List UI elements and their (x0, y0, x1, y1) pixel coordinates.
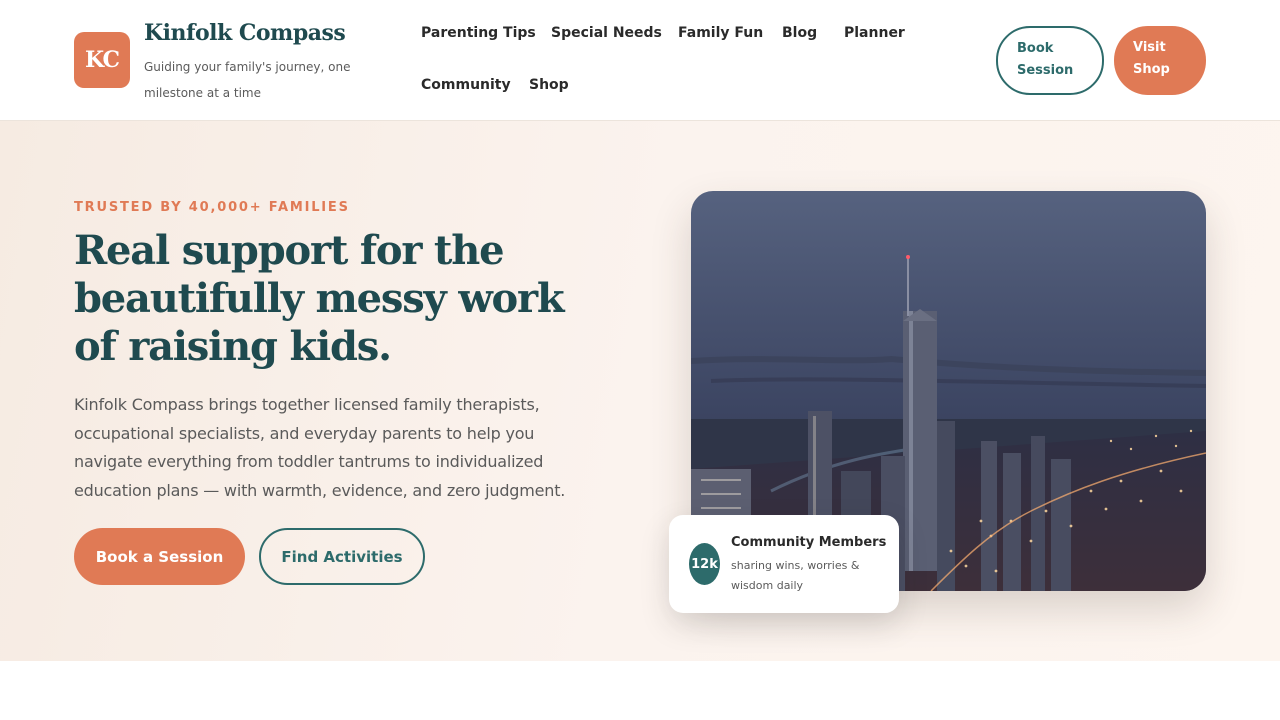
hero-headline: Real support for the beautifully messy w… (74, 227, 565, 370)
find-activities-button[interactable]: Find Activities (259, 528, 425, 585)
hero-lead: Kinfolk Compass brings together licensed… (74, 395, 566, 500)
brand-tagline: Guiding your family's journey, one miles… (144, 60, 351, 100)
book-session-line2: Session (1017, 63, 1074, 78)
book-session-button[interactable]: Book Session (996, 26, 1104, 95)
stat-title: Community Members (731, 535, 887, 550)
stat-subtitle: sharing wins, worries & wisdom daily (731, 559, 860, 592)
nav-item-planner[interactable]: Planner (844, 25, 905, 41)
site-header: KC Kinfolk Compass Guiding your family's… (0, 0, 1280, 121)
community-stat-card: 12k Community Members sharing wins, worr… (669, 515, 899, 613)
visit-shop-line2: Shop (1133, 62, 1170, 77)
nav-item-shop[interactable]: Shop (529, 77, 569, 93)
hero-eyebrow: TRUSTED BY 40,000+ FAMILIES (74, 200, 350, 215)
nav-item-parenting-tips[interactable]: Parenting Tips (421, 25, 536, 41)
book-a-session-button[interactable]: Book a Session (74, 528, 245, 585)
book-session-line1: Book (1017, 41, 1054, 56)
brand-name[interactable]: Kinfolk Compass (144, 20, 346, 46)
visit-shop-line1: Visit (1133, 40, 1166, 55)
nav-item-special-needs[interactable]: Special Needs (551, 25, 662, 41)
nav-item-blog[interactable]: Blog (782, 25, 817, 41)
visit-shop-button[interactable]: Visit Shop (1114, 26, 1206, 95)
hero-section: TRUSTED BY 40,000+ FAMILIES Real support… (0, 121, 1280, 661)
stat-badge: 12k (689, 543, 720, 585)
nav-item-community[interactable]: Community (421, 77, 511, 93)
logo-badge[interactable]: KC (74, 32, 130, 88)
nav-item-family-fun[interactable]: Family Fun (678, 25, 763, 41)
